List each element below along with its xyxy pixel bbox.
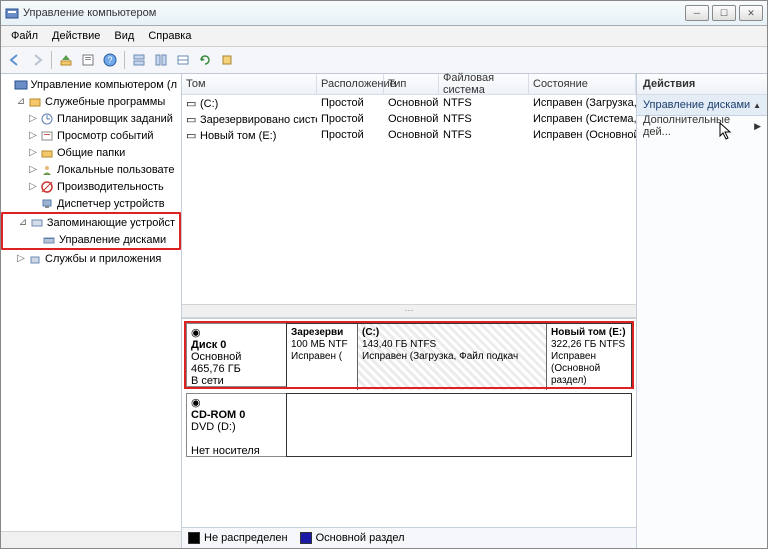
tree-scrollbar-h[interactable] <box>1 531 181 548</box>
tree-task-scheduler[interactable]: ▷Планировщик заданий <box>1 110 181 127</box>
window-title: Управление компьютером <box>19 7 685 19</box>
volume-icon: ▭ <box>186 113 200 126</box>
view2-button[interactable] <box>151 50 171 70</box>
cursor-icon <box>719 122 735 142</box>
menu-bar: Файл Действие Вид Справка <box>1 26 767 47</box>
close-button[interactable]: ✕ <box>739 5 763 21</box>
minimize-button[interactable]: ─ <box>685 5 709 21</box>
disk-0-label[interactable]: ◉ Диск 0 Основной 465,76 ГБ В сети <box>186 323 286 387</box>
chevron-right-icon: ▶ <box>754 121 761 132</box>
partition-c[interactable]: (C:) 143,40 ГБ NTFS Исправен (Загрузка, … <box>358 324 547 390</box>
back-button[interactable] <box>5 50 25 70</box>
menu-file[interactable]: Файл <box>5 28 44 44</box>
disk-name: Диск 0 <box>191 339 282 351</box>
middle-pane: Том Расположение Тип Файловая система Со… <box>182 74 637 548</box>
refresh-button[interactable] <box>195 50 215 70</box>
volume-icon: ▭ <box>186 129 200 142</box>
cdrom-label[interactable]: ◉ CD-ROM 0 DVD (D:) Нет носителя <box>186 393 286 457</box>
cdrom-icon: ◉ <box>191 396 282 409</box>
tree-root[interactable]: Управление компьютером (л <box>1 76 181 93</box>
actions-section-disk-management[interactable]: Управление дисками ▲ <box>637 95 767 116</box>
tree-event-viewer[interactable]: ▷Просмотр событий <box>1 127 181 144</box>
settings-button[interactable] <box>217 50 237 70</box>
help-button[interactable]: ? <box>100 50 120 70</box>
actions-header: Действия <box>637 74 767 95</box>
tree-services-apps[interactable]: ▷Службы и приложения <box>1 250 181 267</box>
title-bar[interactable]: Управление компьютером ─ ☐ ✕ <box>1 1 767 26</box>
cdrom-name: CD-ROM 0 <box>191 409 282 421</box>
tree-system-tools[interactable]: ⊿Служебные программы <box>1 93 181 110</box>
splitter[interactable]: ⋯ <box>182 304 636 318</box>
menu-action[interactable]: Действие <box>46 28 106 44</box>
disk-status: В сети <box>191 375 282 387</box>
volume-row[interactable]: ▭(C:) Простой Основной NTFS Исправен (За… <box>182 95 636 111</box>
maximize-button[interactable]: ☐ <box>712 5 736 21</box>
mmc-icon <box>5 6 19 20</box>
menu-help[interactable]: Справка <box>142 28 197 44</box>
partition-e[interactable]: Новый том (E:) 322,26 ГБ NTFS Исправен (… <box>547 324 631 390</box>
menu-view[interactable]: Вид <box>108 28 140 44</box>
tree-performance[interactable]: ▷Производительность <box>1 178 181 195</box>
tree-local-users[interactable]: ▷Локальные пользовате <box>1 161 181 178</box>
volume-list-header[interactable]: Том Расположение Тип Файловая система Со… <box>182 74 636 95</box>
legend-primary: Основной раздел <box>300 532 405 544</box>
col-type[interactable]: Тип <box>384 74 439 94</box>
volume-icon: ▭ <box>186 97 200 110</box>
volume-list-body: ▭(C:) Простой Основной NTFS Исправен (За… <box>182 95 636 304</box>
cdrom-row[interactable]: ◉ CD-ROM 0 DVD (D:) Нет носителя <box>186 393 632 457</box>
properties-button[interactable] <box>78 50 98 70</box>
actions-pane: Действия Управление дисками ▲ Дополнител… <box>637 74 767 548</box>
volume-row[interactable]: ▭Зарезервировано системой Простой Основн… <box>182 111 636 127</box>
cdrom-type: DVD (D:) <box>191 421 282 433</box>
partition-system-reserved[interactable]: Зарезерви 100 МБ NTF Исправен ( <box>287 324 358 390</box>
cdrom-empty <box>286 393 632 457</box>
volume-list[interactable]: Том Расположение Тип Файловая система Со… <box>182 74 636 319</box>
forward-button[interactable] <box>27 50 47 70</box>
col-volume[interactable]: Том <box>182 74 317 94</box>
view1-button[interactable] <box>129 50 149 70</box>
actions-more[interactable]: Дополнительные дей... ▶ <box>637 116 767 136</box>
app-window: Управление компьютером ─ ☐ ✕ Файл Действ… <box>0 0 768 549</box>
tree-storage[interactable]: ⊿Запоминающие устройст <box>3 214 179 231</box>
nav-tree[interactable]: Управление компьютером (л ⊿Служебные про… <box>1 74 182 548</box>
col-fs[interactable]: Файловая система <box>439 74 529 94</box>
tree-device-manager[interactable]: Диспетчер устройств <box>1 195 181 212</box>
cdrom-status: Нет носителя <box>191 445 282 457</box>
legend-unallocated: Не распределен <box>188 532 288 544</box>
disk-icon: ◉ <box>191 326 282 339</box>
legend: Не распределен Основной раздел <box>182 527 636 548</box>
highlight-storage: ⊿Запоминающие устройст Управление дискам… <box>1 212 181 250</box>
disk-0-row[interactable]: ◉ Диск 0 Основной 465,76 ГБ В сети Зарез… <box>186 323 632 387</box>
disk-0-partitions: Зарезерви 100 МБ NTF Исправен ( (C:) 143… <box>286 323 632 387</box>
col-state[interactable]: Состояние <box>529 74 636 94</box>
toolbar: ? <box>1 47 767 74</box>
tree-shared-folders[interactable]: ▷Общие папки <box>1 144 181 161</box>
tree-disk-management[interactable]: Управление дисками <box>3 231 179 248</box>
disk-size: 465,76 ГБ <box>191 363 282 375</box>
up-button[interactable] <box>56 50 76 70</box>
volume-row[interactable]: ▭Новый том (E:) Простой Основной NTFS Ис… <box>182 127 636 143</box>
col-layout[interactable]: Расположение <box>317 74 384 94</box>
svg-text:?: ? <box>107 55 112 65</box>
disk-type: Основной <box>191 351 282 363</box>
disk-graphical-view[interactable]: ◉ Диск 0 Основной 465,76 ГБ В сети Зарез… <box>182 319 636 527</box>
view3-button[interactable] <box>173 50 193 70</box>
collapse-icon: ▲ <box>753 101 761 110</box>
